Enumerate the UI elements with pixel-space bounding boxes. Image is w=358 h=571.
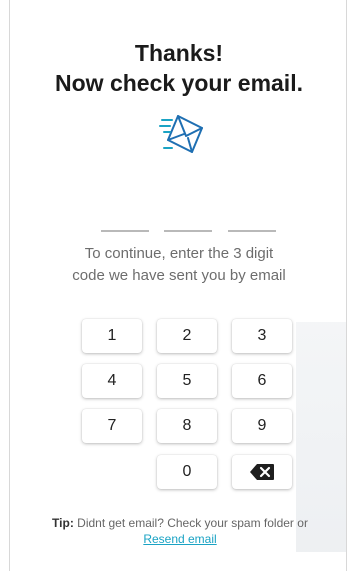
key-0[interactable]: 0	[157, 455, 217, 489]
page-title: Thanks!	[134, 40, 224, 66]
key-5[interactable]: 5	[157, 364, 217, 398]
key-2[interactable]: 2	[157, 319, 217, 353]
verification-screen: Thanks! Now check your email. To continu…	[0, 0, 358, 571]
key-1[interactable]: 1	[82, 319, 142, 353]
key-9[interactable]: 9	[232, 409, 292, 443]
tip-label: Tip:	[52, 516, 74, 530]
instructions-text: To continue, enter the 3 digit code we h…	[72, 245, 286, 284]
code-entry[interactable]	[0, 230, 358, 234]
key-4[interactable]: 4	[82, 364, 142, 398]
key-3[interactable]: 3	[232, 319, 292, 353]
backspace-button[interactable]	[232, 455, 292, 489]
right-border	[346, 0, 347, 571]
digit-slot-2[interactable]	[164, 230, 212, 232]
key-7[interactable]: 7	[82, 409, 142, 443]
digit-slot-3[interactable]	[228, 230, 276, 232]
send-mail-icon	[159, 115, 203, 153]
key-6[interactable]: 6	[232, 364, 292, 398]
digit-slot-1[interactable]	[101, 230, 149, 232]
resend-email-link[interactable]: Resend email	[143, 532, 216, 546]
tip-text: Tip: Didnt get email? Check your spam fo…	[50, 515, 310, 547]
backspace-icon	[250, 464, 274, 480]
left-border	[9, 0, 10, 571]
key-8[interactable]: 8	[157, 409, 217, 443]
tip-message: Didnt get email? Check your spam folder …	[73, 516, 308, 530]
page-subtitle: Now check your email.	[55, 70, 303, 96]
